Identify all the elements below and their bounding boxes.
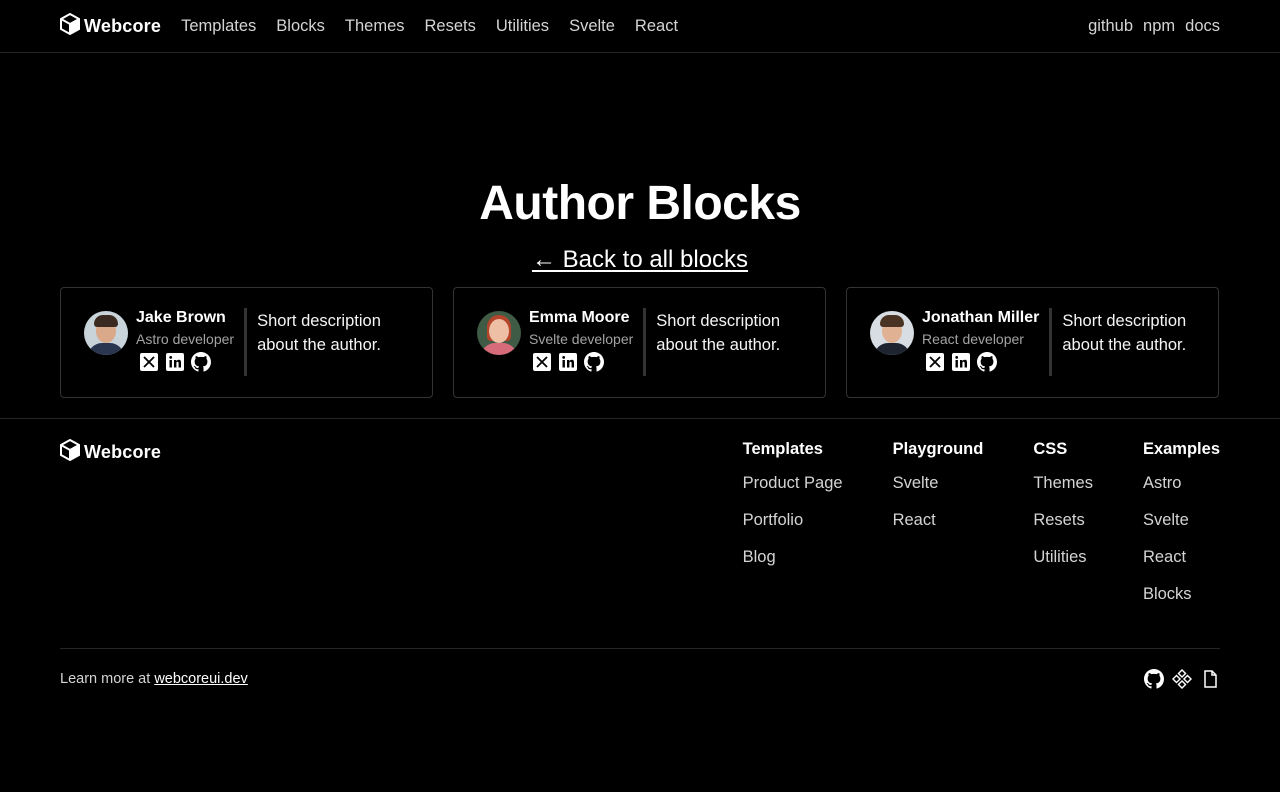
- x-icon[interactable]: [925, 352, 945, 372]
- card-divider: [1049, 308, 1053, 376]
- avatar: [477, 311, 521, 355]
- nav-svelte[interactable]: Svelte: [569, 17, 615, 36]
- github-icon[interactable]: [584, 352, 604, 372]
- footer-link-portfolio[interactable]: Portfolio: [743, 510, 843, 530]
- author-info: Jake Brown Astro developer: [136, 308, 234, 372]
- github-icon[interactable]: [977, 352, 997, 372]
- linkedin-icon[interactable]: [951, 352, 971, 372]
- nav-utilities[interactable]: Utilities: [496, 17, 549, 36]
- footer-icons: [1144, 668, 1220, 689]
- footer-link-react[interactable]: React: [893, 510, 984, 530]
- social-links: [925, 352, 1039, 372]
- author-card: Emma Moore Svelte developer Short descri…: [453, 287, 826, 398]
- github-icon[interactable]: [1144, 668, 1164, 689]
- social-links: [532, 352, 633, 372]
- author-description: Short description about the author.: [1062, 312, 1187, 354]
- nav-blocks[interactable]: Blocks: [276, 17, 325, 36]
- footer-link-product-page[interactable]: Product Page: [743, 473, 843, 493]
- nav-templates[interactable]: Templates: [181, 17, 256, 36]
- learn-more-text: Learn more at: [60, 670, 151, 687]
- npm-link[interactable]: npm: [1143, 17, 1175, 36]
- learn-more: Learn more at webcoreui.dev: [60, 671, 248, 687]
- author-description: Short description about the author.: [656, 312, 781, 354]
- site-header: Webcore Templates Blocks Themes Resets U…: [0, 0, 1280, 53]
- footer-top: Webcore Templates Product Page Portfolio…: [60, 438, 1220, 648]
- author-name: Emma Moore: [529, 309, 630, 326]
- author-role: Astro developer: [136, 331, 235, 347]
- docs-icon[interactable]: [1200, 669, 1220, 689]
- linkedin-icon[interactable]: [165, 352, 185, 372]
- footer-link-astro[interactable]: Astro: [1143, 473, 1220, 493]
- footer-col-examples: Examples Astro Svelte React Blocks: [1143, 439, 1220, 648]
- footer-link-svelte[interactable]: Svelte: [893, 473, 984, 493]
- card-divider: [643, 308, 647, 376]
- site-footer: Webcore Templates Product Page Portfolio…: [0, 418, 1280, 708]
- footer-brand-link[interactable]: Webcore: [60, 438, 162, 466]
- author-info: Jonathan Miller React developer: [922, 308, 1039, 372]
- footer-link-blog[interactable]: Blog: [743, 547, 843, 567]
- nav-resets[interactable]: Resets: [425, 17, 476, 36]
- footer-col-playground: Playground Svelte React: [893, 439, 984, 648]
- author-card: Jake Brown Astro developer Short descrip…: [60, 287, 433, 398]
- brand-logo-link[interactable]: Webcore: [60, 12, 162, 40]
- footer-col-title: Examples: [1142, 440, 1220, 458]
- avatar: [870, 311, 914, 355]
- nav-react[interactable]: React: [635, 17, 678, 36]
- webcoreui-link[interactable]: webcoreui.dev: [154, 671, 248, 687]
- author-name: Jake Brown: [136, 309, 226, 326]
- github-icon[interactable]: [191, 352, 211, 372]
- header-right-links: github npm docs: [1088, 17, 1220, 36]
- docs-link[interactable]: docs: [1185, 17, 1220, 36]
- footer-link-react-example[interactable]: React: [1143, 547, 1220, 567]
- brand-name: Webcore: [84, 15, 162, 36]
- footer-col-templates: Templates Product Page Portfolio Blog: [743, 439, 843, 648]
- author-role: React developer: [922, 331, 1024, 347]
- card-divider: [244, 308, 248, 376]
- footer-col-title: Playground: [892, 440, 984, 458]
- linkedin-icon[interactable]: [558, 352, 578, 372]
- header-left: Webcore Templates Blocks Themes Resets U…: [60, 12, 678, 40]
- social-links: [139, 352, 234, 372]
- x-icon[interactable]: [532, 352, 552, 372]
- footer-link-utilities[interactable]: Utilities: [1033, 547, 1093, 567]
- hero-section: Author Blocks ← Back to all blocks: [0, 53, 1280, 274]
- cube-logo-icon: [60, 12, 80, 40]
- author-name: Jonathan Miller: [922, 309, 1040, 326]
- github-link[interactable]: github: [1088, 17, 1133, 36]
- footer-link-svelte-example[interactable]: Svelte: [1143, 510, 1220, 530]
- footer-link-resets[interactable]: Resets: [1033, 510, 1093, 530]
- npm-icon[interactable]: [1172, 668, 1192, 689]
- page-title: Author Blocks: [479, 177, 801, 230]
- author-cards: Jake Brown Astro developer Short descrip…: [0, 287, 1280, 398]
- footer-link-blocks[interactable]: Blocks: [1143, 584, 1220, 604]
- footer-bottom: Learn more at webcoreui.dev: [60, 648, 1220, 708]
- footer-col-title: Templates: [742, 440, 823, 458]
- main-nav: Templates Blocks Themes Resets Utilities…: [181, 17, 678, 36]
- footer-col-css: CSS Themes Resets Utilities: [1033, 439, 1093, 648]
- avatar: [84, 311, 128, 355]
- author-role: Svelte developer: [529, 331, 634, 347]
- footer-brand-name: Webcore: [84, 442, 162, 462]
- author-info: Emma Moore Svelte developer: [529, 308, 633, 372]
- author-card: Jonathan Miller React developer Short de…: [846, 287, 1219, 398]
- footer-columns: Templates Product Page Portfolio Blog Pl…: [743, 439, 1220, 648]
- footer-link-themes[interactable]: Themes: [1033, 473, 1093, 493]
- cube-logo-icon: [60, 438, 80, 466]
- author-description: Short description about the author.: [257, 312, 381, 354]
- x-icon[interactable]: [139, 352, 159, 372]
- nav-themes[interactable]: Themes: [345, 17, 405, 36]
- back-to-blocks-link[interactable]: ← Back to all blocks: [532, 246, 748, 274]
- footer-col-title: CSS: [1033, 440, 1068, 458]
